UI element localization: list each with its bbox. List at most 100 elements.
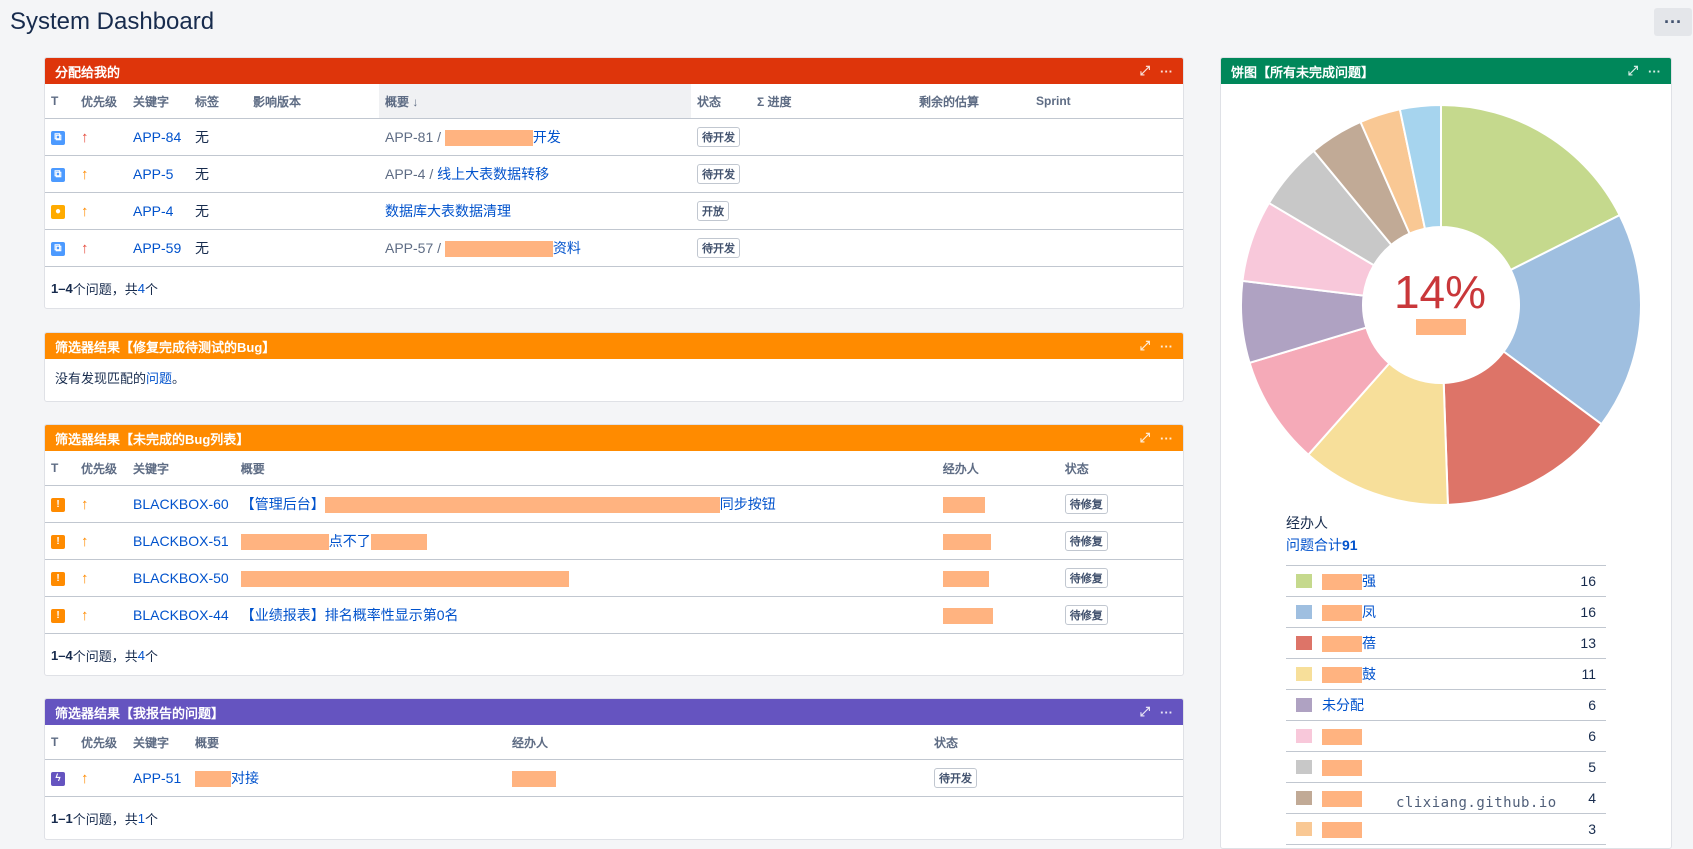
col-remaining-estimate[interactable]: 剩余的估算 [913,84,1030,119]
issue-summary-prefix[interactable]: 【管理后台】 [241,496,325,512]
col-type[interactable]: T [45,451,75,486]
maximize-icon[interactable]: ⤢ [1140,430,1150,446]
issue-key[interactable]: APP-59 [133,240,181,256]
legend-row[interactable]: 蓓 13 [1286,628,1606,659]
col-priority[interactable]: 优先级 [75,725,127,760]
legend-name[interactable] [1322,758,1556,776]
col-status[interactable]: 状态 [928,725,1183,760]
high-arrow-icon: ↑ [81,532,89,550]
table-row[interactable]: ϟ ↑ APP-51 对接 待开发 [45,759,1183,797]
maximize-icon[interactable]: ⤢ [1628,63,1638,79]
col-sprint[interactable]: Sprint [1030,84,1183,119]
page-title: System Dashboard [10,8,215,35]
watermark: clixiang.github.io [1396,795,1557,811]
col-key[interactable]: 关键字 [127,84,189,119]
col-key[interactable]: 关键字 [127,451,235,486]
issue-key[interactable]: APP-5 [133,166,173,182]
issue-summary[interactable]: 资料 [553,240,581,256]
col-type[interactable]: T [45,725,75,760]
issue-key[interactable]: BLACKBOX-44 [133,607,229,623]
table-row[interactable]: ⧉ ↑ APP-5 无 APP-4 / 线上大表数据转移 待开发 [45,155,1183,193]
table-row[interactable]: ● ↑ APP-4 无 数据库大表数据清理 开放 [45,192,1183,230]
col-status[interactable]: 状态 [1058,451,1183,486]
legend-name[interactable] [1322,820,1556,838]
legend-name[interactable]: 鼓 [1322,664,1556,684]
dashboard-more-button[interactable]: ··· [1654,8,1692,36]
legend-row[interactable]: 强 16 [1286,566,1606,597]
col-status[interactable]: 状态 [691,84,751,119]
gadget-header: 分配给我的 ⤢ ··· [45,58,1183,84]
issue-key[interactable]: APP-84 [133,129,181,145]
legend-name[interactable]: 蓓 [1322,633,1556,653]
issue-summary[interactable]: 对接 [231,770,259,786]
legend-name[interactable] [1322,727,1556,745]
col-summary[interactable]: 概要 [234,451,937,486]
issue-summary-suffix[interactable]: 点不了 [329,533,371,549]
parent-issue[interactable]: APP-4 / [385,166,433,182]
table-row[interactable]: ! ↑ BLACKBOX-50 待修复 [45,559,1183,597]
bug-icon: ! [51,535,65,550]
redacted-name [1322,759,1362,776]
parent-issue[interactable]: APP-81 / [385,129,441,145]
legend-count: 11 [1581,666,1596,682]
legend-swatch [1296,574,1312,588]
table-row[interactable]: ! ↑ BLACKBOX-44 【业绩报表】排名概率性显示第0名 待修复 [45,596,1183,634]
col-affects-version[interactable]: 影响版本 [247,84,379,119]
maximize-icon[interactable]: ⤢ [1140,63,1150,79]
issue-summary-prefix[interactable]: 【业绩报表】排名概率性显示第0名 [241,607,459,623]
table-row[interactable]: ! ↑ BLACKBOX-60 【管理后台】 同步按钮 待修复 [45,485,1183,523]
table-row[interactable]: ⧉ ↑ APP-59 无 APP-57 / 资料 待开发 [45,229,1183,267]
maximize-icon[interactable]: ⤢ [1140,704,1150,720]
legend-total[interactable]: 问题合计91 [1286,535,1606,555]
more-icon[interactable]: ··· [1160,339,1173,354]
issue-summary[interactable]: 数据库大表数据清理 [385,203,511,219]
col-summary[interactable]: 概要 [189,725,506,760]
gadget-title: 饼图【所有未完成问题】 [1231,64,1375,80]
more-icon[interactable]: ··· [1160,64,1173,79]
legend-row[interactable]: 6 [1286,721,1606,752]
table-row[interactable]: ! ↑ BLACKBOX-51 点不了 待修复 [45,522,1183,560]
legend-row[interactable]: 未分配 6 [1286,690,1606,721]
total-count-link[interactable]: 4 [138,648,145,663]
col-key[interactable]: 关键字 [127,725,189,760]
issue-summary-suffix[interactable]: 同步按钮 [720,496,776,512]
issue-key[interactable]: APP-51 [133,770,181,786]
more-icon[interactable]: ··· [1160,705,1173,720]
col-assignee[interactable]: 经办人 [936,451,1059,486]
issues-link[interactable]: 问题 [146,368,172,387]
issue-labels: 无 [189,155,247,193]
col-type[interactable]: T [45,84,75,119]
col-labels[interactable]: 标签 [189,84,247,119]
maximize-icon[interactable]: ⤢ [1140,338,1150,354]
pagination-summary: 1–1 个问题，共 1 个 [51,810,158,827]
col-progress[interactable]: Σ 进度 [751,84,913,119]
col-priority[interactable]: 优先级 [75,84,127,119]
issue-key[interactable]: BLACKBOX-50 [133,570,229,586]
legend-row[interactable]: 鼓 11 [1286,659,1606,690]
legend-name[interactable]: 强 [1322,571,1556,591]
legend-name[interactable]: 未分配 [1322,695,1556,715]
legend-row[interactable]: 3 [1286,814,1606,845]
total-count-link[interactable]: 1 [138,811,145,826]
more-icon[interactable]: ··· [1160,431,1173,446]
issue-key[interactable]: APP-4 [133,203,173,219]
issue-summary[interactable]: 开发 [533,129,561,145]
parent-issue[interactable]: APP-57 / [385,240,441,256]
table-row[interactable]: ⧉ ↑ APP-84 无 APP-81 / 开发 待开发 [45,118,1183,156]
issue-summary[interactable]: 线上大表数据转移 [437,166,549,182]
more-icon[interactable]: ··· [1648,64,1661,79]
issue-table: T 优先级 关键字 标签 影响版本 概要 ↓ 状态 Σ 进度 剩余的估算 Spr… [45,84,1183,267]
col-summary[interactable]: 概要 ↓ [379,84,691,119]
issue-key[interactable]: BLACKBOX-60 [133,496,229,512]
legend-row[interactable]: 5 [1286,752,1606,783]
legend-row[interactable]: 凤 16 [1286,597,1606,628]
empty-message: 没有发现匹配的 问题。 [45,359,1183,395]
col-priority[interactable]: 优先级 [75,451,127,486]
col-assignee[interactable]: 经办人 [506,725,928,760]
legend-name[interactable]: 凤 [1322,602,1556,622]
gadget-assigned-to-me: 分配给我的 ⤢ ··· T 优先级 关键字 标签 影响版本 概要 ↓ 状态 Σ … [44,57,1184,309]
issue-key[interactable]: BLACKBOX-51 [133,533,229,549]
sub-task-icon: ⧉ [51,242,65,257]
epic-lightning-icon: ϟ [51,772,65,787]
total-count-link[interactable]: 4 [138,281,145,296]
